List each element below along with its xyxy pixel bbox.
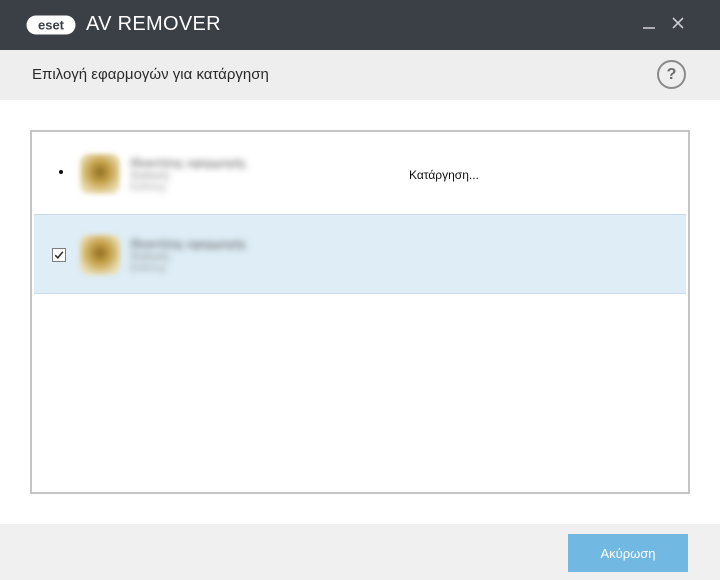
app-version: Έκδοση: [130, 251, 170, 263]
eset-logo: eset: [26, 14, 76, 36]
page-title: Επιλογή εφαρμογών για κατάργηση: [32, 66, 269, 83]
help-button[interactable]: ?: [657, 60, 686, 89]
page-header: Επιλογή εφαρμογών για κατάργηση: [0, 50, 720, 100]
minimize-button[interactable]: [638, 12, 660, 34]
app-version: Έκδοση: [130, 170, 170, 182]
close-icon: [672, 17, 684, 29]
app-title: AV REMOVER: [86, 13, 221, 35]
cancel-button[interactable]: Ακύρωση: [568, 534, 688, 572]
app-publisher: Εκδότης: [130, 182, 167, 193]
help-icon: ?: [666, 65, 677, 83]
app-name: Ιδιοκτήτης εφαρμογής: [130, 156, 247, 170]
list-item[interactable]: Ιδιοκτήτης εφαρμογής Έκδοση Εκδότης Κατά…: [34, 134, 686, 214]
removal-status: Κατάργηση...: [409, 168, 479, 182]
application-list: Ιδιοκτήτης εφαρμογής Έκδοση Εκδότης Κατά…: [30, 130, 690, 494]
title-bar: eset AV REMOVER: [0, 0, 720, 50]
app-icon: [80, 154, 120, 194]
app-publisher: Εκδότης: [130, 263, 167, 274]
svg-text:eset: eset: [38, 18, 65, 33]
eset-logo-icon: eset: [26, 15, 76, 35]
minimize-icon: [643, 27, 655, 29]
list-item[interactable]: Ιδιοκτήτης εφαρμογής Έκδοση Εκδότης: [34, 214, 686, 294]
select-checkbox[interactable]: [52, 248, 66, 262]
app-name: Ιδιοκτήτης εφαρμογής: [130, 237, 247, 251]
close-button[interactable]: [667, 12, 689, 34]
checkmark-icon: [54, 251, 64, 259]
processing-bullet-icon: [59, 170, 63, 174]
app-icon: [80, 235, 120, 275]
